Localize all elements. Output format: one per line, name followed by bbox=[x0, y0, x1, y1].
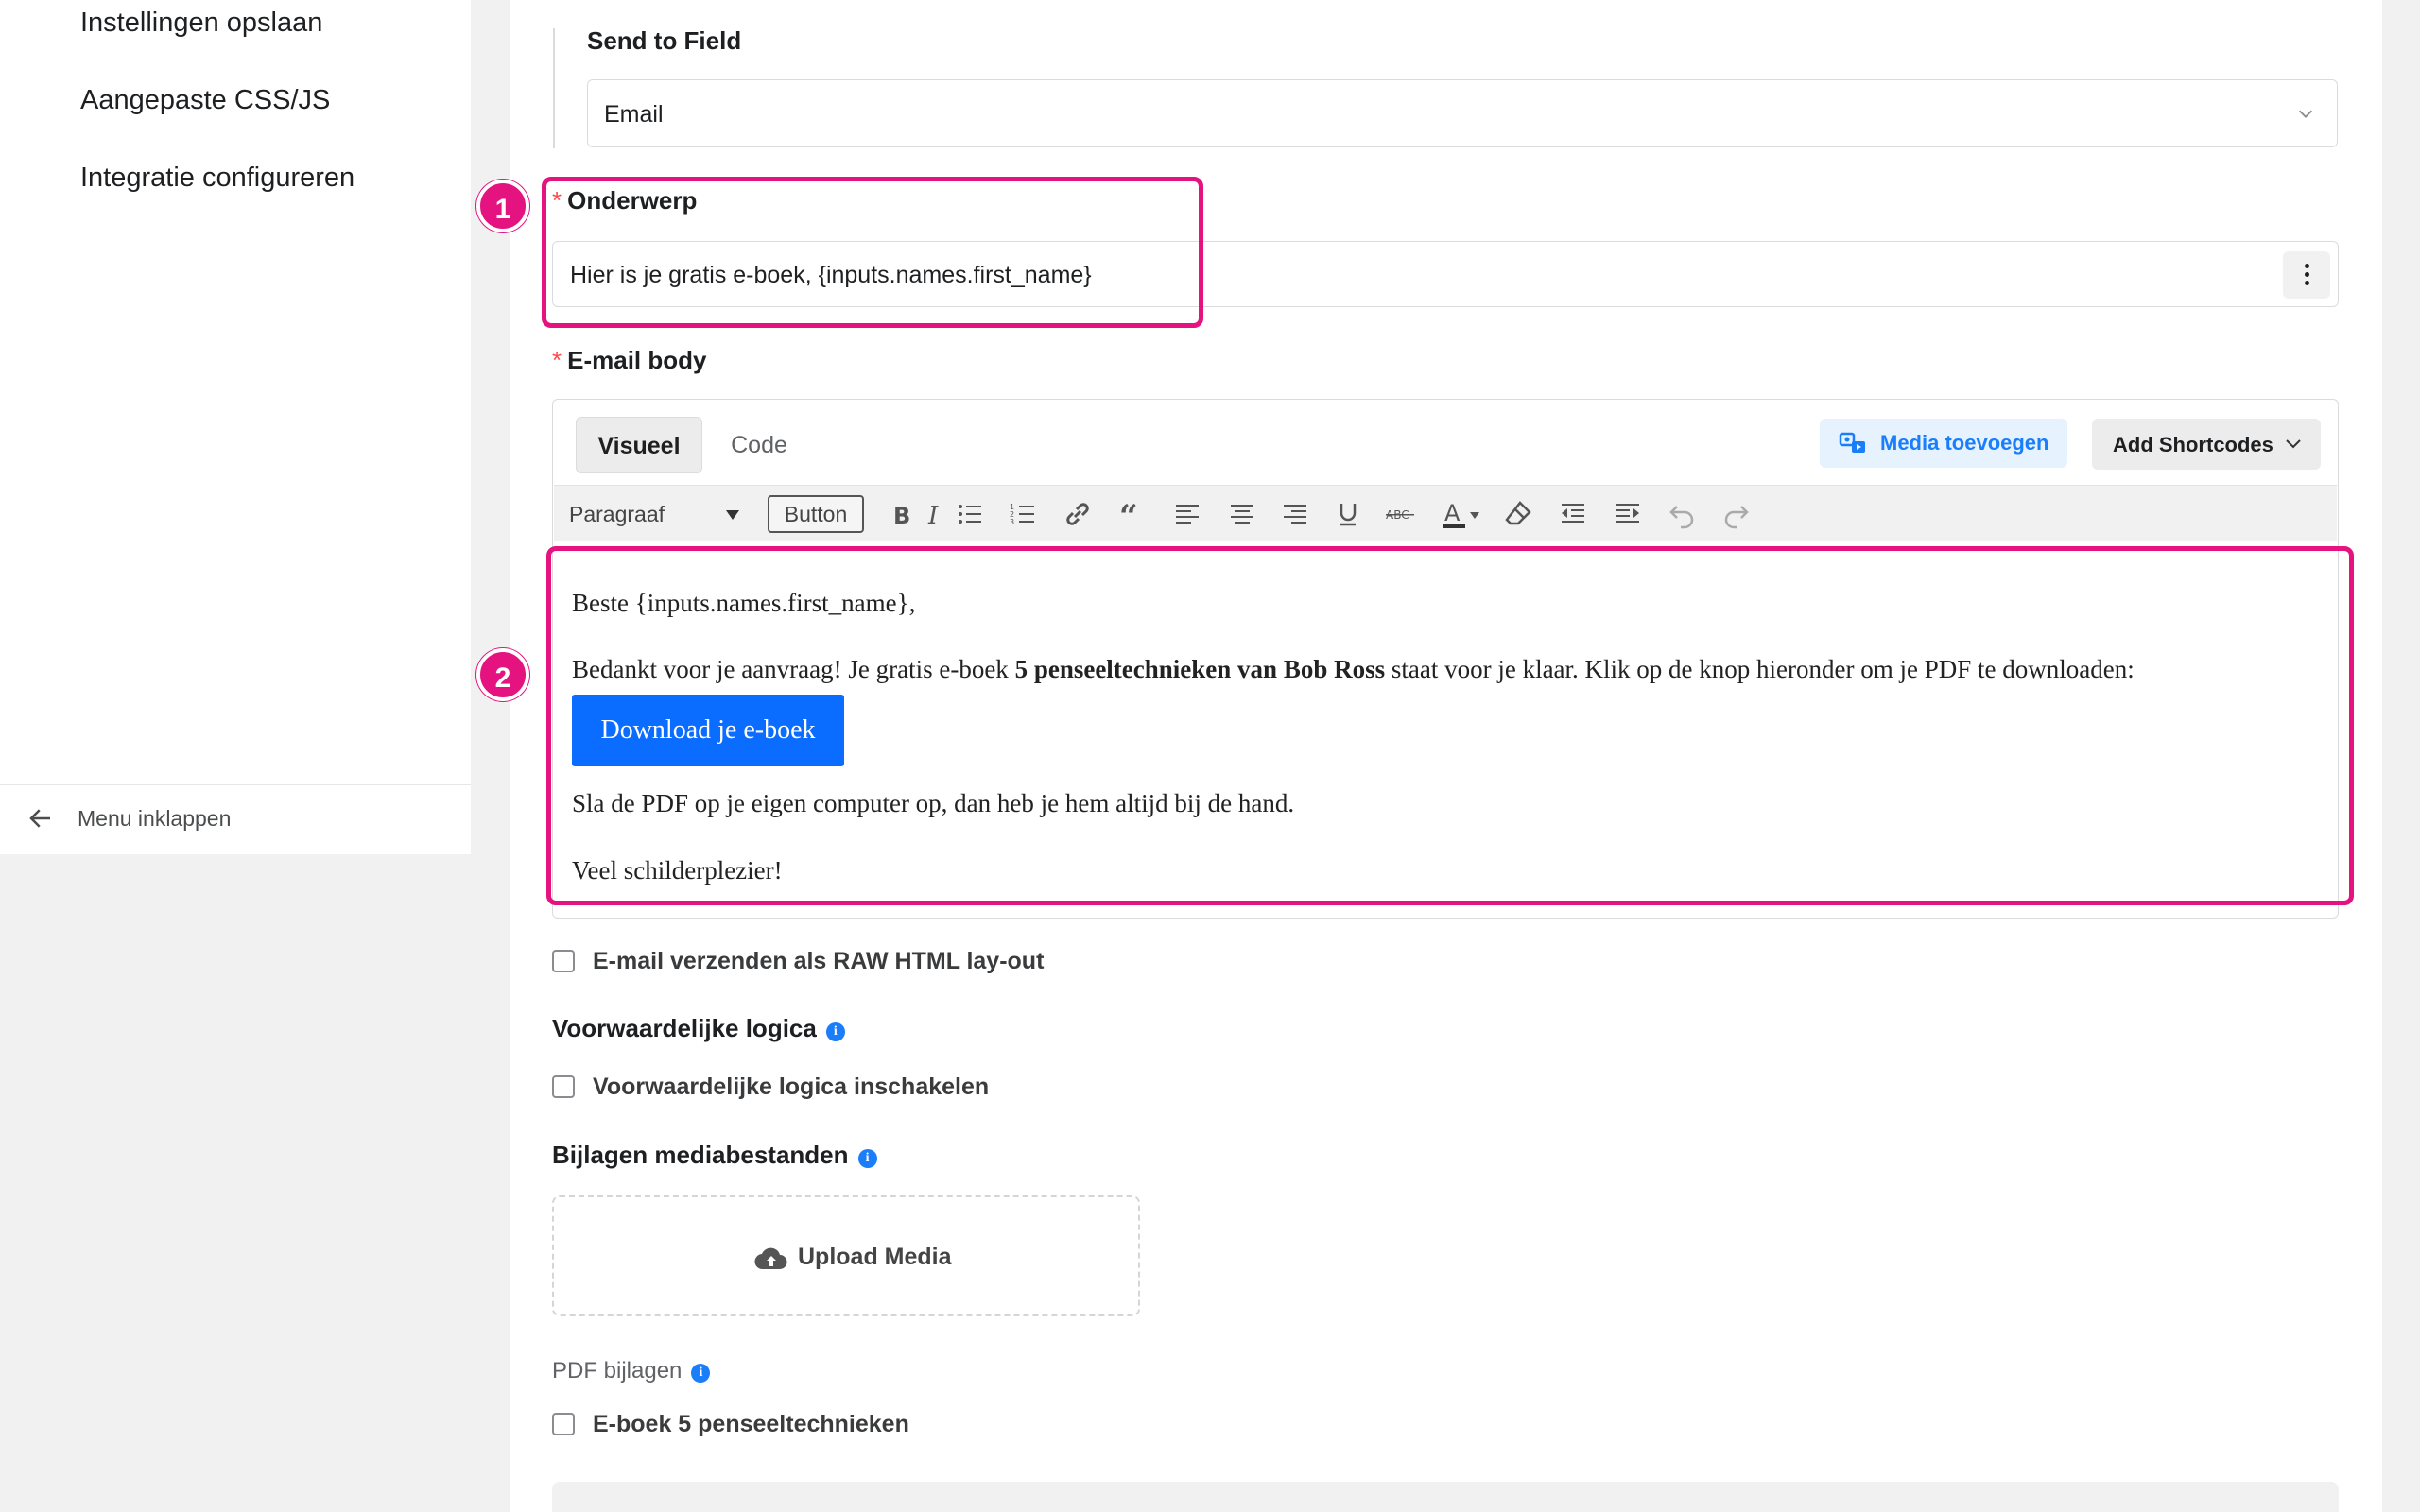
tab-visual[interactable]: Visueel bbox=[576, 417, 702, 473]
cloud-upload-icon bbox=[754, 1247, 787, 1270]
add-media-label: Media toevoegen bbox=[1880, 431, 2049, 455]
highlight-subject bbox=[542, 177, 1203, 328]
underline-icon[interactable] bbox=[1331, 497, 1365, 531]
sidebar-item-custom-css-js[interactable]: Aangepaste CSS/JS bbox=[80, 85, 330, 116]
sidebar-item-integration[interactable]: Integratie configureren bbox=[80, 163, 354, 194]
link-icon[interactable] bbox=[1061, 497, 1095, 531]
align-left-icon[interactable] bbox=[1170, 497, 1204, 531]
sidebar-item-save-settings[interactable]: Instellingen opslaan bbox=[80, 8, 322, 39]
svg-text:3: 3 bbox=[1010, 518, 1014, 526]
conditional-logic-checkbox[interactable]: Voorwaardelijke logica inschakelen bbox=[552, 1073, 1214, 1101]
indent-icon[interactable] bbox=[1611, 497, 1645, 531]
chevron-down-icon bbox=[2286, 439, 2301, 449]
upload-media-label: Upload Media bbox=[798, 1244, 952, 1270]
send-to-field-select[interactable]: Email bbox=[587, 79, 2338, 147]
format-select[interactable]: Paragraaf bbox=[560, 495, 749, 533]
next-section bbox=[552, 1482, 2339, 1512]
info-icon[interactable]: i bbox=[691, 1364, 711, 1383]
svg-text:B: B bbox=[893, 503, 910, 529]
arrow-left-icon bbox=[29, 809, 50, 828]
raw-html-checkbox[interactable]: E-mail verzenden als RAW HTML lay-out bbox=[552, 947, 1214, 975]
pdf-attachment-checkbox[interactable]: E-boek 5 penseeltechnieken bbox=[552, 1410, 1119, 1438]
pdf-attachments-label: PDF bijlagen i bbox=[552, 1358, 711, 1384]
bold-icon[interactable]: B bbox=[883, 497, 917, 531]
checkbox[interactable] bbox=[552, 1413, 575, 1435]
annotation-badge-1: 1 bbox=[476, 180, 529, 232]
annotation-badge-2: 2 bbox=[476, 648, 529, 701]
media-icon bbox=[1839, 432, 1865, 453]
collapse-menu-label: Menu inklappen bbox=[78, 806, 232, 831]
tab-code[interactable]: Code bbox=[712, 417, 806, 473]
align-center-icon[interactable] bbox=[1225, 497, 1259, 531]
chevron-down-icon bbox=[2298, 110, 2313, 118]
svg-text:A: A bbox=[1444, 500, 1461, 526]
add-media-button[interactable]: Media toevoegen bbox=[1820, 419, 2067, 468]
send-to-field-value: Email bbox=[604, 101, 664, 128]
svg-text:I: I bbox=[927, 502, 939, 530]
pdf-attachment-label: E-boek 5 penseeltechnieken bbox=[593, 1411, 909, 1437]
upload-media-button[interactable]: Upload Media bbox=[552, 1195, 1140, 1316]
more-options-icon[interactable] bbox=[2283, 251, 2330, 299]
redo-icon[interactable] bbox=[1719, 497, 1753, 531]
insert-button-tool[interactable]: Button bbox=[768, 495, 864, 533]
blockquote-icon[interactable]: “ bbox=[1115, 497, 1150, 531]
conditional-logic-title: Voorwaardelijke logica i bbox=[552, 1014, 845, 1043]
italic-icon[interactable]: I bbox=[917, 497, 951, 531]
clear-format-icon[interactable] bbox=[1501, 497, 1535, 531]
highlight-email-body bbox=[546, 546, 2354, 905]
checkbox[interactable] bbox=[552, 1075, 575, 1098]
add-shortcodes-label: Add Shortcodes bbox=[2113, 433, 2273, 456]
undo-icon[interactable] bbox=[1666, 497, 1700, 531]
raw-html-label: E-mail verzenden als RAW HTML lay-out bbox=[593, 948, 1045, 974]
sidebar: Instellingen opslaan Aangepaste CSS/JS I… bbox=[0, 0, 471, 854]
checkbox[interactable] bbox=[552, 950, 575, 972]
info-icon[interactable]: i bbox=[825, 1022, 845, 1041]
add-shortcodes-button[interactable]: Add Shortcodes bbox=[2092, 419, 2321, 470]
svg-text:“: “ bbox=[1119, 498, 1138, 531]
collapse-menu-button[interactable]: Menu inklappen bbox=[0, 784, 471, 854]
send-to-field-label: Send to Field bbox=[587, 26, 742, 55]
attachments-title: Bijlagen mediabestanden i bbox=[552, 1141, 877, 1170]
outdent-icon[interactable] bbox=[1556, 497, 1590, 531]
info-icon[interactable]: i bbox=[857, 1149, 877, 1168]
strikethrough-icon[interactable]: ABC bbox=[1384, 497, 1418, 531]
email-body-label: * E-mail body bbox=[552, 346, 707, 374]
chevron-down-icon[interactable] bbox=[1463, 497, 1486, 531]
divider bbox=[553, 28, 555, 148]
conditional-logic-label: Voorwaardelijke logica inschakelen bbox=[593, 1074, 990, 1100]
numbered-list-icon[interactable]: 123 bbox=[1006, 497, 1040, 531]
align-right-icon[interactable] bbox=[1278, 497, 1312, 531]
editor-toolbar: Paragraaf Button B I 123 “ ABC A bbox=[554, 485, 2337, 541]
bullet-list-icon[interactable] bbox=[953, 497, 987, 531]
